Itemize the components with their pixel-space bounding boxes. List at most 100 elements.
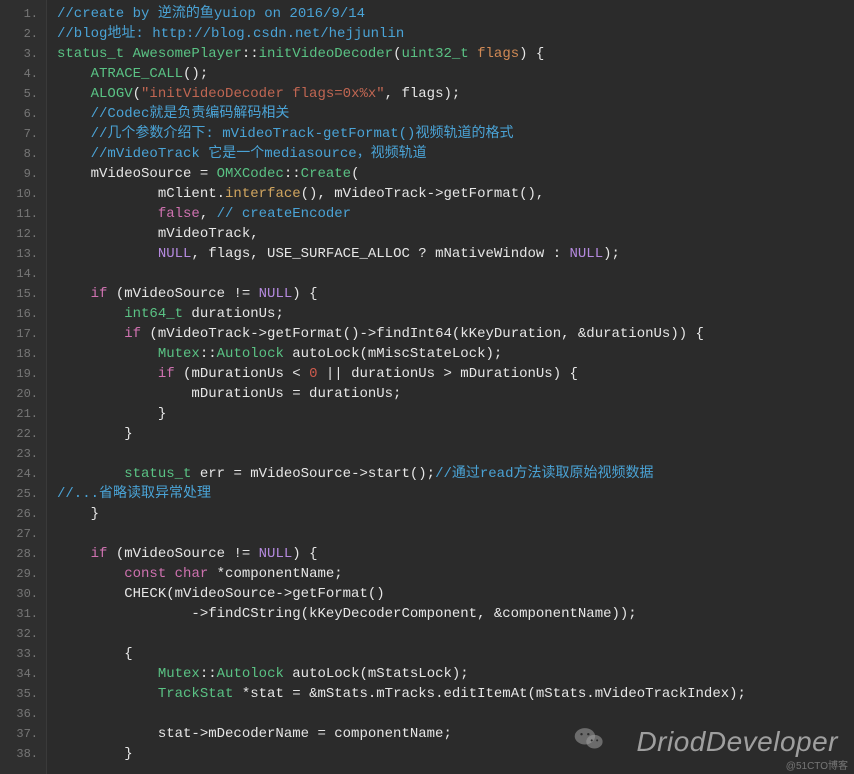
token-plain — [57, 146, 91, 162]
token-comment: //blog地址: http://blog.csdn.net/hejjunlin — [57, 26, 404, 42]
code-line[interactable]: ->findCString(kKeyDecoderComponent, &com… — [57, 604, 854, 624]
code-line[interactable]: if (mVideoSource != NULL) { — [57, 544, 854, 564]
line-number: 22. — [4, 424, 38, 444]
token-punct: ); — [603, 246, 620, 262]
code-line[interactable] — [57, 704, 854, 724]
code-line[interactable]: ATRACE_CALL(); — [57, 64, 854, 84]
code-line[interactable]: //几个参数介绍下: mVideoTrack-getFormat()视频轨道的格… — [57, 124, 854, 144]
token-func: ALOGV — [91, 86, 133, 102]
code-line[interactable]: if (mVideoSource != NULL) { — [57, 284, 854, 304]
line-number: 10. — [4, 184, 38, 204]
code-line[interactable]: //mVideoTrack 它是一个mediasource，视频轨道 — [57, 144, 854, 164]
token-punct: (); — [183, 66, 208, 82]
code-area[interactable]: //create by 逆流的鱼yuiop on 2016/9/14 //blog… — [47, 0, 854, 774]
code-line[interactable]: } — [57, 404, 854, 424]
code-line[interactable]: //...省略读取异常处理 — [57, 484, 854, 504]
code-line[interactable]: stat->mDecoderName = componentName; — [57, 724, 854, 744]
line-number: 32. — [4, 624, 38, 644]
code-line[interactable]: TrackStat *stat = &mStats.mTracks.editIt… — [57, 684, 854, 704]
code-line[interactable]: status_t err = mVideoSource->start();//通… — [57, 464, 854, 484]
line-number: 11. — [4, 204, 38, 224]
code-line[interactable]: const char *componentName; — [57, 564, 854, 584]
token-punct: ) { — [519, 46, 544, 62]
token-plain: (mVideoTrack->getFormat()->findInt64(kKe… — [141, 326, 704, 342]
token-plain — [57, 66, 91, 82]
code-line[interactable] — [57, 264, 854, 284]
code-line[interactable] — [57, 624, 854, 644]
line-number: 20. — [4, 384, 38, 404]
token-plain: CHECK(mVideoSource->getFormat() — [57, 586, 385, 602]
token-keyword: false — [158, 206, 200, 222]
code-line[interactable]: NULL, flags, USE_SURFACE_ALLOC ? mNative… — [57, 244, 854, 264]
token-plain — [57, 106, 91, 122]
line-number: 23. — [4, 444, 38, 464]
line-number: 24. — [4, 464, 38, 484]
token-comment: //Codec就是负责编码解码相关 — [91, 106, 290, 122]
line-number: 19. — [4, 364, 38, 384]
line-number: 34. — [4, 664, 38, 684]
token-plain — [57, 326, 124, 342]
code-line[interactable]: mVideoTrack, — [57, 224, 854, 244]
code-line[interactable]: if (mVideoTrack->getFormat()->findInt64(… — [57, 324, 854, 344]
token-comment: //...省略读取异常处理 — [57, 486, 211, 502]
token-plain: mVideoSource = — [57, 166, 217, 182]
code-line[interactable]: mDurationUs = durationUs; — [57, 384, 854, 404]
code-line[interactable]: } — [57, 424, 854, 444]
line-number: 7. — [4, 124, 38, 144]
line-number: 4. — [4, 64, 38, 84]
token-punct: ( — [133, 86, 141, 102]
token-plain — [57, 246, 158, 262]
code-line[interactable]: //blog地址: http://blog.csdn.net/hejjunlin — [57, 24, 854, 44]
code-line[interactable]: } — [57, 504, 854, 524]
code-line[interactable]: { — [57, 644, 854, 664]
code-line[interactable]: //create by 逆流的鱼yuiop on 2016/9/14 — [57, 4, 854, 24]
code-line[interactable]: false, // createEncoder — [57, 204, 854, 224]
code-editor: 1.2.3.4.5.6.7.8.9.10.11.12.13.14.15.16.1… — [0, 0, 854, 774]
line-number: 33. — [4, 644, 38, 664]
token-plain: } — [57, 746, 133, 762]
token-keyword: if — [158, 366, 175, 382]
code-line[interactable]: Mutex::Autolock autoLock(mMiscStateLock)… — [57, 344, 854, 364]
code-line[interactable]: //Codec就是负责编码解码相关 — [57, 104, 854, 124]
line-number: 26. — [4, 504, 38, 524]
token-punct: :: — [200, 346, 217, 362]
code-line[interactable]: int64_t durationUs; — [57, 304, 854, 324]
token-plain — [469, 46, 477, 62]
code-line[interactable]: status_t AwesomePlayer::initVideoDecoder… — [57, 44, 854, 64]
token-type: uint32_t — [401, 46, 468, 62]
code-line[interactable]: ALOGV("initVideoDecoder flags=0x%x", fla… — [57, 84, 854, 104]
code-line[interactable] — [57, 444, 854, 464]
token-punct: , — [200, 206, 217, 222]
line-number: 5. — [4, 84, 38, 104]
line-number: 15. — [4, 284, 38, 304]
token-plain — [57, 366, 158, 382]
code-line[interactable]: Mutex::Autolock autoLock(mStatsLock); — [57, 664, 854, 684]
token-type: int64_t — [124, 306, 183, 322]
token-class: Autolock — [217, 666, 284, 682]
token-plain: } — [57, 426, 133, 442]
token-punct: ) { — [292, 286, 317, 302]
token-plain: err = mVideoSource->start(); — [191, 466, 435, 482]
line-number: 3. — [4, 44, 38, 64]
code-line[interactable]: if (mDurationUs < 0 || durationUs > mDur… — [57, 364, 854, 384]
token-punct: , flags); — [385, 86, 461, 102]
token-punct: :: — [200, 666, 217, 682]
code-line[interactable]: mVideoSource = OMXCodec::Create( — [57, 164, 854, 184]
code-line[interactable]: } — [57, 744, 854, 764]
token-plain: mDurationUs = durationUs; — [57, 386, 401, 402]
token-plain: (mDurationUs < — [175, 366, 309, 382]
token-plain: stat->mDecoderName = componentName; — [57, 726, 452, 742]
line-number: 13. — [4, 244, 38, 264]
token-class: Mutex — [158, 346, 200, 362]
token-plain: autoLock(mMiscStateLock); — [284, 346, 502, 362]
token-param: flags — [477, 46, 519, 62]
code-line[interactable]: mClient.interface(), mVideoTrack->getFor… — [57, 184, 854, 204]
token-plain — [57, 466, 124, 482]
token-keyword: if — [91, 546, 108, 562]
token-punct: ( — [351, 166, 359, 182]
code-line[interactable]: CHECK(mVideoSource->getFormat() — [57, 584, 854, 604]
code-line[interactable] — [57, 524, 854, 544]
token-string: "initVideoDecoder flags=0x%x" — [141, 86, 385, 102]
token-plain — [57, 206, 158, 222]
token-plain: (mVideoSource != — [107, 546, 258, 562]
